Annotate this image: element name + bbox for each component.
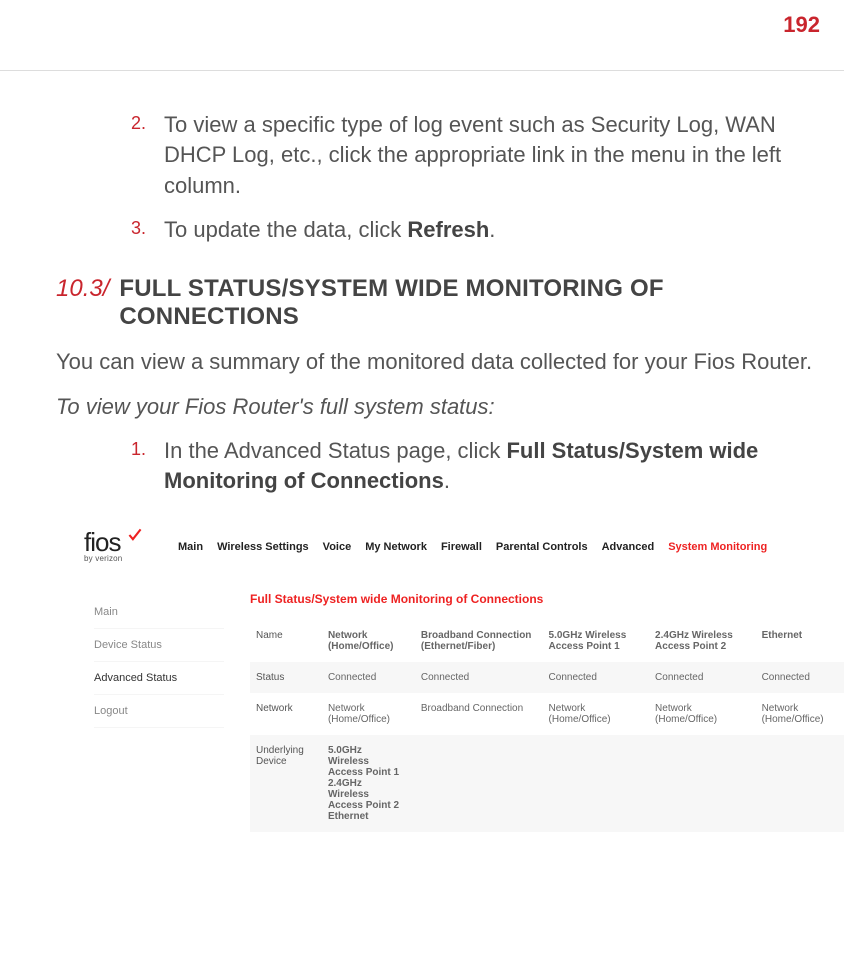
step-text-pre: To view a specific type of log event suc… (164, 112, 781, 198)
sidebar-item-advanced-status[interactable]: Advanced Status (94, 662, 224, 695)
check-icon (128, 528, 142, 542)
upper-step-list: 2. To view a specific type of log event … (56, 110, 824, 245)
step-text-pre: To update the data, click (164, 217, 407, 242)
nav-voice[interactable]: Voice (323, 541, 352, 553)
connections-table: Name Network (Home/Office) Broadband Con… (250, 620, 844, 832)
underlying-device-cell[interactable]: 5.0GHz Wireless Access Point 1 2.4GHz Wi… (322, 735, 415, 832)
step-1: 1. In the Advanced Status page, click Fu… (56, 436, 824, 497)
row-label: Status (250, 662, 322, 693)
step-text-post: . (444, 468, 450, 493)
main-panel: Full Status/System wide Monitoring of Co… (234, 582, 844, 832)
nav-firewall[interactable]: Firewall (441, 541, 482, 553)
row-label: Network (250, 693, 322, 735)
ui-body: Main Device Status Advanced Status Logou… (84, 581, 844, 832)
network-cell: Network (Home/Office) (322, 693, 415, 735)
fios-logo: fios by verizon (84, 531, 160, 563)
step-number: 1. (56, 436, 164, 497)
step-2: 2. To view a specific type of log event … (56, 110, 824, 201)
lower-step-list: 1. In the Advanced Status page, click Fu… (56, 436, 824, 497)
nav-advanced[interactable]: Advanced (602, 541, 655, 553)
status-cell: Connected (543, 662, 650, 693)
top-divider (0, 70, 844, 71)
table-row-status: Status Connected Connected Connected Con… (250, 662, 844, 693)
sidebar: Main Device Status Advanced Status Logou… (84, 582, 234, 832)
row-label: Name (250, 620, 322, 662)
table-row-name: Name Network (Home/Office) Broadband Con… (250, 620, 844, 662)
sidebar-item-logout[interactable]: Logout (94, 695, 224, 728)
embedded-ui-screenshot: fios by verizon Main Wireless Settings V… (84, 525, 844, 832)
panel-title: Full Status/System wide Monitoring of Co… (250, 592, 844, 606)
nav-system-monitoring[interactable]: System Monitoring (668, 541, 767, 553)
step-text-post: . (489, 217, 495, 242)
section-number: 10.3/ (56, 275, 109, 303)
section-title: FULL STATUS/SYSTEM WIDE MONITORING OF CO… (119, 275, 824, 331)
col-network-home[interactable]: Network (Home/Office) (322, 620, 415, 662)
step-number: 2. (56, 110, 164, 201)
table-row-network: Network Network (Home/Office) Broadband … (250, 693, 844, 735)
step-text-pre: In the Advanced Status page, click (164, 438, 506, 463)
paragraph-intro: You can view a summary of the monitored … (56, 347, 824, 377)
nav-parental-controls[interactable]: Parental Controls (496, 541, 588, 553)
document-content: 2. To view a specific type of log event … (56, 110, 824, 832)
nav-my-network[interactable]: My Network (365, 541, 427, 553)
step-3: 3. To update the data, click Refresh. (56, 215, 824, 245)
status-cell: Connected (756, 662, 844, 693)
logo-text: fios (84, 531, 160, 554)
page-number: 192 (783, 12, 820, 38)
table-row-underlying-device: Underlying Device 5.0GHz Wireless Access… (250, 735, 844, 832)
step-text: To update the data, click Refresh. (164, 215, 824, 245)
step-number: 3. (56, 215, 164, 245)
col-ethernet[interactable]: Ethernet (756, 620, 844, 662)
col-24ghz[interactable]: 2.4GHz Wireless Access Point 2 (649, 620, 756, 662)
row-label: Underlying Device (250, 735, 322, 832)
step-text-bold: Refresh (407, 217, 489, 242)
network-cell: Network (Home/Office) (543, 693, 650, 735)
network-cell: Broadband Connection (415, 693, 543, 735)
status-cell: Connected (649, 662, 756, 693)
sidebar-item-device-status[interactable]: Device Status (94, 629, 224, 662)
status-cell: Connected (322, 662, 415, 693)
paragraph-italic: To view your Fios Router's full system s… (56, 394, 824, 420)
step-text: To view a specific type of log event suc… (164, 110, 824, 201)
col-5ghz[interactable]: 5.0GHz Wireless Access Point 1 (543, 620, 650, 662)
section-heading: 10.3/ FULL STATUS/SYSTEM WIDE MONITORING… (56, 275, 824, 331)
network-cell: Network (Home/Office) (756, 693, 844, 735)
network-cell: Network (Home/Office) (649, 693, 756, 735)
nav-wireless-settings[interactable]: Wireless Settings (217, 541, 309, 553)
top-nav: fios by verizon Main Wireless Settings V… (84, 525, 844, 581)
nav-main[interactable]: Main (178, 541, 203, 553)
logo-subtext: by verizon (84, 554, 160, 563)
step-text: In the Advanced Status page, click Full … (164, 436, 824, 497)
status-cell: Connected (415, 662, 543, 693)
sidebar-item-main[interactable]: Main (94, 596, 224, 629)
col-broadband[interactable]: Broadband Connection (Ethernet/Fiber) (415, 620, 543, 662)
